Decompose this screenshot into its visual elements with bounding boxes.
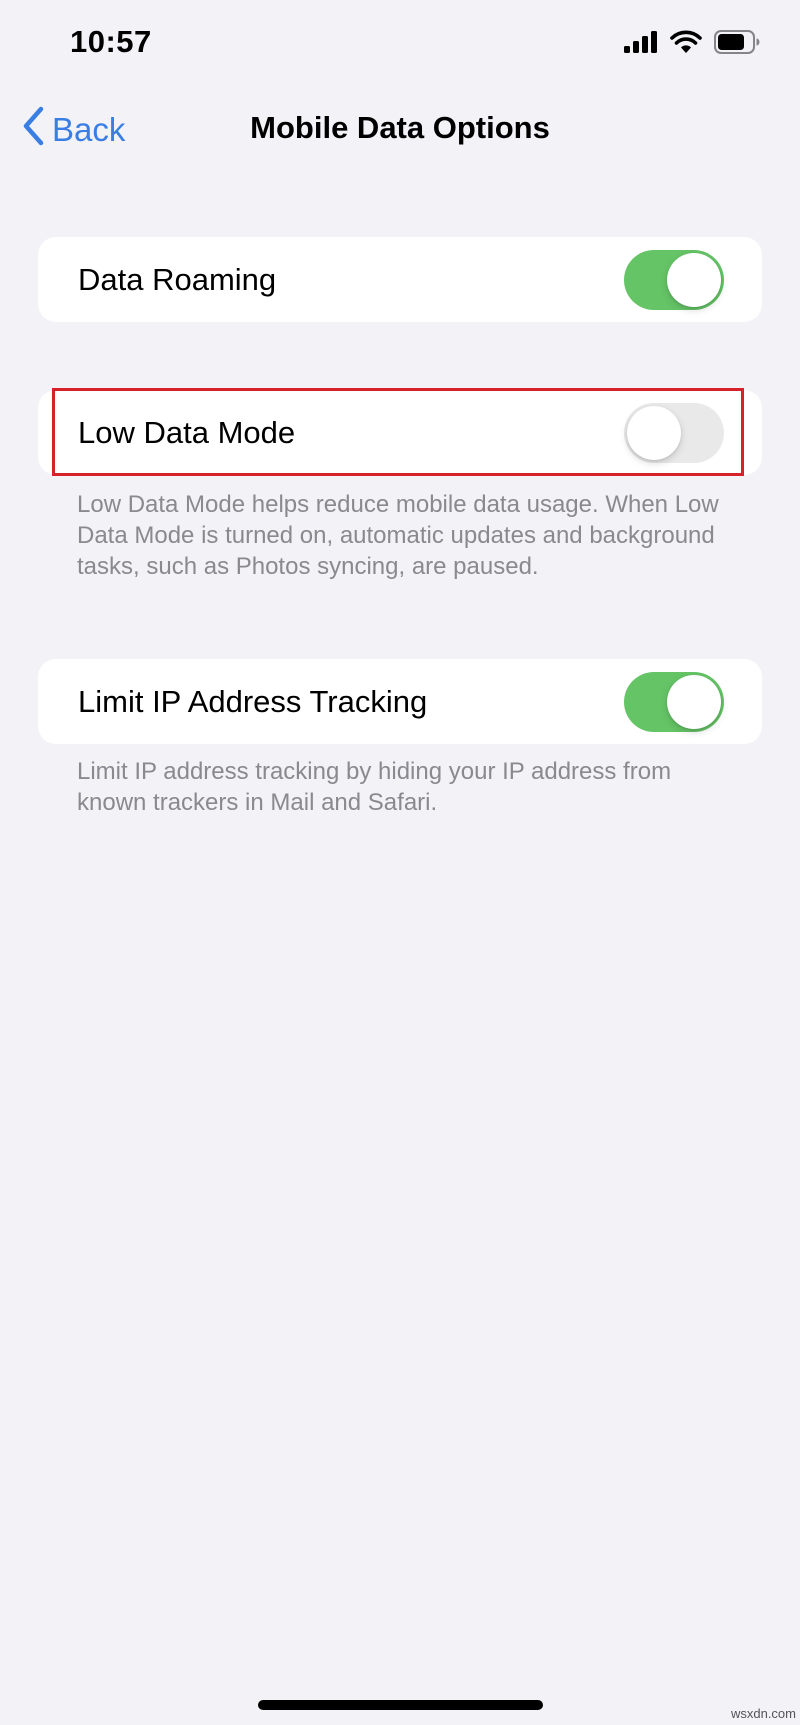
status-bar: 10:57 (0, 0, 800, 80)
toggle-knob (627, 406, 681, 460)
cellular-signal-icon (624, 31, 658, 58)
battery-icon (714, 30, 760, 59)
status-icons (624, 30, 760, 59)
home-indicator (258, 1700, 543, 1710)
data-roaming-toggle[interactable] (624, 250, 724, 310)
page-title: Mobile Data Options (250, 110, 550, 145)
limit-ip-tracking-label: Limit IP Address Tracking (78, 684, 428, 719)
toggle-knob (667, 253, 721, 307)
data-roaming-row: Data Roaming (38, 237, 762, 322)
toggle-knob (667, 675, 721, 729)
limit-ip-tracking-toggle[interactable] (624, 672, 724, 732)
wifi-icon (670, 30, 702, 59)
low-data-mode-label: Low Data Mode (78, 415, 296, 450)
data-roaming-label: Data Roaming (78, 262, 277, 297)
low-data-mode-row: Low Data Mode (38, 390, 762, 475)
status-time: 10:57 (70, 24, 152, 59)
low-data-mode-toggle[interactable] (624, 403, 724, 463)
limit-ip-tracking-row: Limit IP Address Tracking (38, 659, 762, 744)
low-data-mode-description: Low Data Mode helps reduce mobile data u… (77, 491, 719, 580)
navigation-bar: Back Mobile Data Options (0, 96, 800, 160)
limit-ip-tracking-description: Limit IP address tracking by hiding your… (77, 758, 672, 816)
watermark: wsxdn.com (730, 1706, 796, 1721)
